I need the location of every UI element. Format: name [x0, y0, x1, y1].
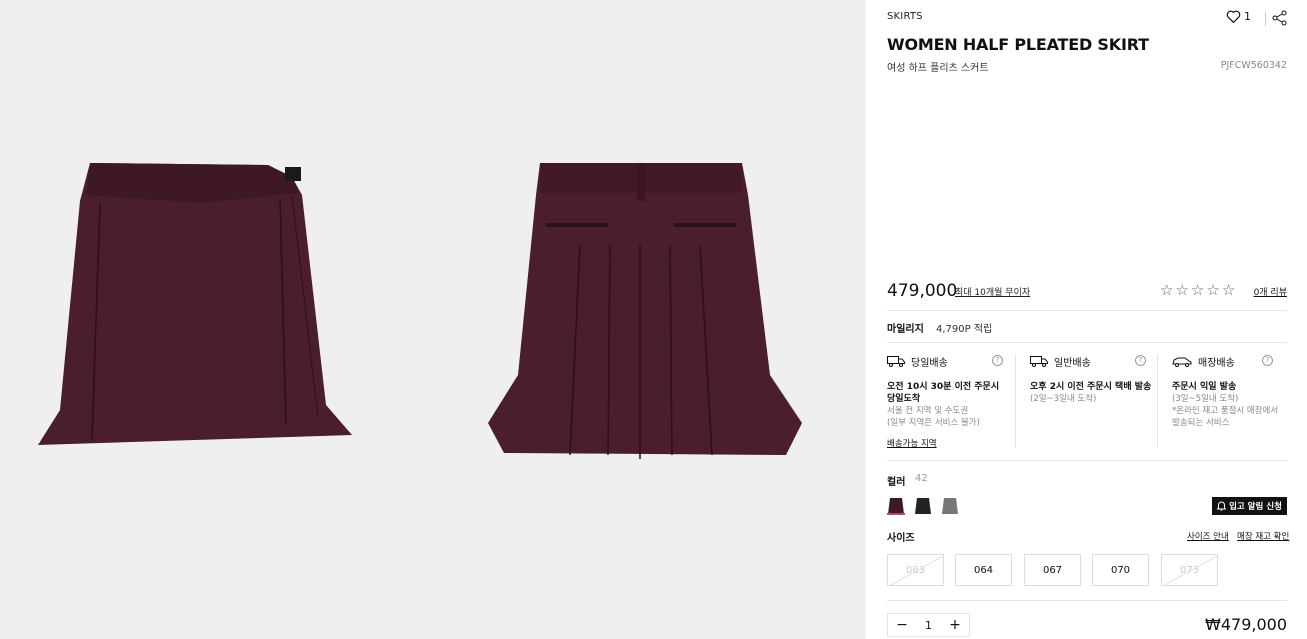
divider [1157, 354, 1158, 448]
qty-plus-button[interactable]: + [949, 617, 961, 633]
size-option-073: 073 [1161, 554, 1218, 586]
divider [887, 460, 1287, 461]
shipping-title: 일반배송 [1054, 358, 1091, 369]
shipping-store: 매장배송 ? 주문시 익일 발송 (3일~5일내 도착) *온라인 재고 품절시… [1172, 354, 1306, 429]
shipping-same-day: 당일배송 ? 오전 10시 30분 이전 주문시 당일도착 서울 전 지역 및 … [887, 354, 1021, 449]
mileage-label: 마일리지 [887, 324, 924, 335]
bell-icon [1217, 501, 1227, 511]
truck-icon [1030, 356, 1048, 367]
product-gallery [0, 0, 866, 639]
product-code: PJFCW560342 [1220, 60, 1287, 71]
help-icon[interactable]: ? [1135, 355, 1146, 366]
color-swatch-gray[interactable] [941, 497, 959, 515]
size-option-067[interactable]: 067 [1024, 554, 1081, 586]
rating-stars: ☆ ☆ ☆ ☆ ☆ [1160, 281, 1235, 299]
shipping-desc: 오전 10시 30분 이전 주문시 당일도착 [887, 382, 1000, 404]
restock-notify-label: 입고 알림 신청 [1229, 502, 1282, 512]
shipping-note: (3일~5일내 도착) *온라인 재고 품절시 매장에서 발송되는 서비스 [1172, 394, 1279, 428]
shipping-title: 당일배송 [911, 358, 948, 369]
truck-icon [887, 356, 905, 367]
divider [887, 310, 1287, 311]
star-icon: ☆ [1160, 281, 1174, 299]
help-icon[interactable]: ? [992, 355, 1003, 366]
qty-minus-button[interactable]: − [896, 617, 908, 633]
shipping-note: (2일~3일내 도착) [1030, 394, 1097, 404]
product-title: WOMEN HALF PLEATED SKIRT [887, 35, 1149, 54]
like-count: 1 [1244, 10, 1251, 23]
size-option-070[interactable]: 070 [1092, 554, 1149, 586]
category-label[interactable]: SKIRTS [887, 11, 923, 22]
product-price: 479,000 [887, 281, 958, 301]
size-guide-link[interactable]: 사이즈 안내 [1187, 530, 1229, 542]
product-info-panel: SKIRTS 1 WOMEN HALF PLEATED SKIRT 여성 하프 … [866, 0, 1307, 639]
color-count: 42 [915, 473, 928, 484]
size-label: 사이즈 [887, 533, 915, 544]
divider [1265, 12, 1266, 26]
shipping-area-link[interactable]: 배송가능 지역 [887, 437, 1021, 449]
size-option-063: 063 [887, 554, 944, 586]
shipping-desc: 주문시 익일 발송 [1172, 382, 1237, 392]
star-icon: ☆ [1206, 281, 1220, 299]
installment-link[interactable]: 최대 10개월 무이자 [955, 285, 1030, 298]
skirt-back-image[interactable] [480, 155, 810, 465]
divider [887, 600, 1287, 601]
mileage-value: 4,790P 적립 [936, 324, 993, 335]
skirt-front-image[interactable] [30, 155, 360, 455]
star-icon: ☆ [1175, 281, 1189, 299]
share-icon[interactable] [1272, 10, 1288, 26]
color-swatch-black[interactable] [914, 497, 932, 515]
car-icon [1172, 357, 1192, 367]
star-icon: ☆ [1190, 281, 1205, 299]
shipping-note: 서울 전 지역 및 수도권 (일부 지역은 서비스 불가) [887, 406, 980, 428]
reviews-link[interactable]: 0개 리뷰 [1254, 285, 1287, 298]
star-icon: ☆ [1221, 281, 1236, 299]
help-icon[interactable]: ? [1262, 355, 1273, 366]
shipping-desc: 오후 2시 이전 주문시 택배 발송 [1030, 382, 1152, 392]
store-stock-link[interactable]: 매장 재고 확인 [1237, 530, 1289, 542]
divider [1015, 354, 1016, 448]
product-subtitle: 여성 하프 플리츠 스커트 [887, 63, 989, 74]
shipping-standard: 일반배송 ? 오후 2시 이전 주문시 택배 발송 (2일~3일내 도착) [1030, 354, 1164, 405]
like-button[interactable]: 1 [1226, 10, 1251, 23]
total-price: ₩479,000 [1205, 615, 1287, 634]
heart-icon [1226, 10, 1241, 23]
color-swatch-burgundy[interactable] [887, 497, 905, 515]
restock-notify-button[interactable]: 입고 알림 신청 [1212, 497, 1287, 515]
shipping-title: 매장배송 [1198, 358, 1235, 369]
divider [887, 342, 1287, 343]
quantity-stepper: − 1 + [887, 613, 970, 637]
qty-value[interactable]: 1 [925, 619, 932, 632]
color-label: 컬러 [887, 477, 906, 488]
size-option-064[interactable]: 064 [955, 554, 1012, 586]
